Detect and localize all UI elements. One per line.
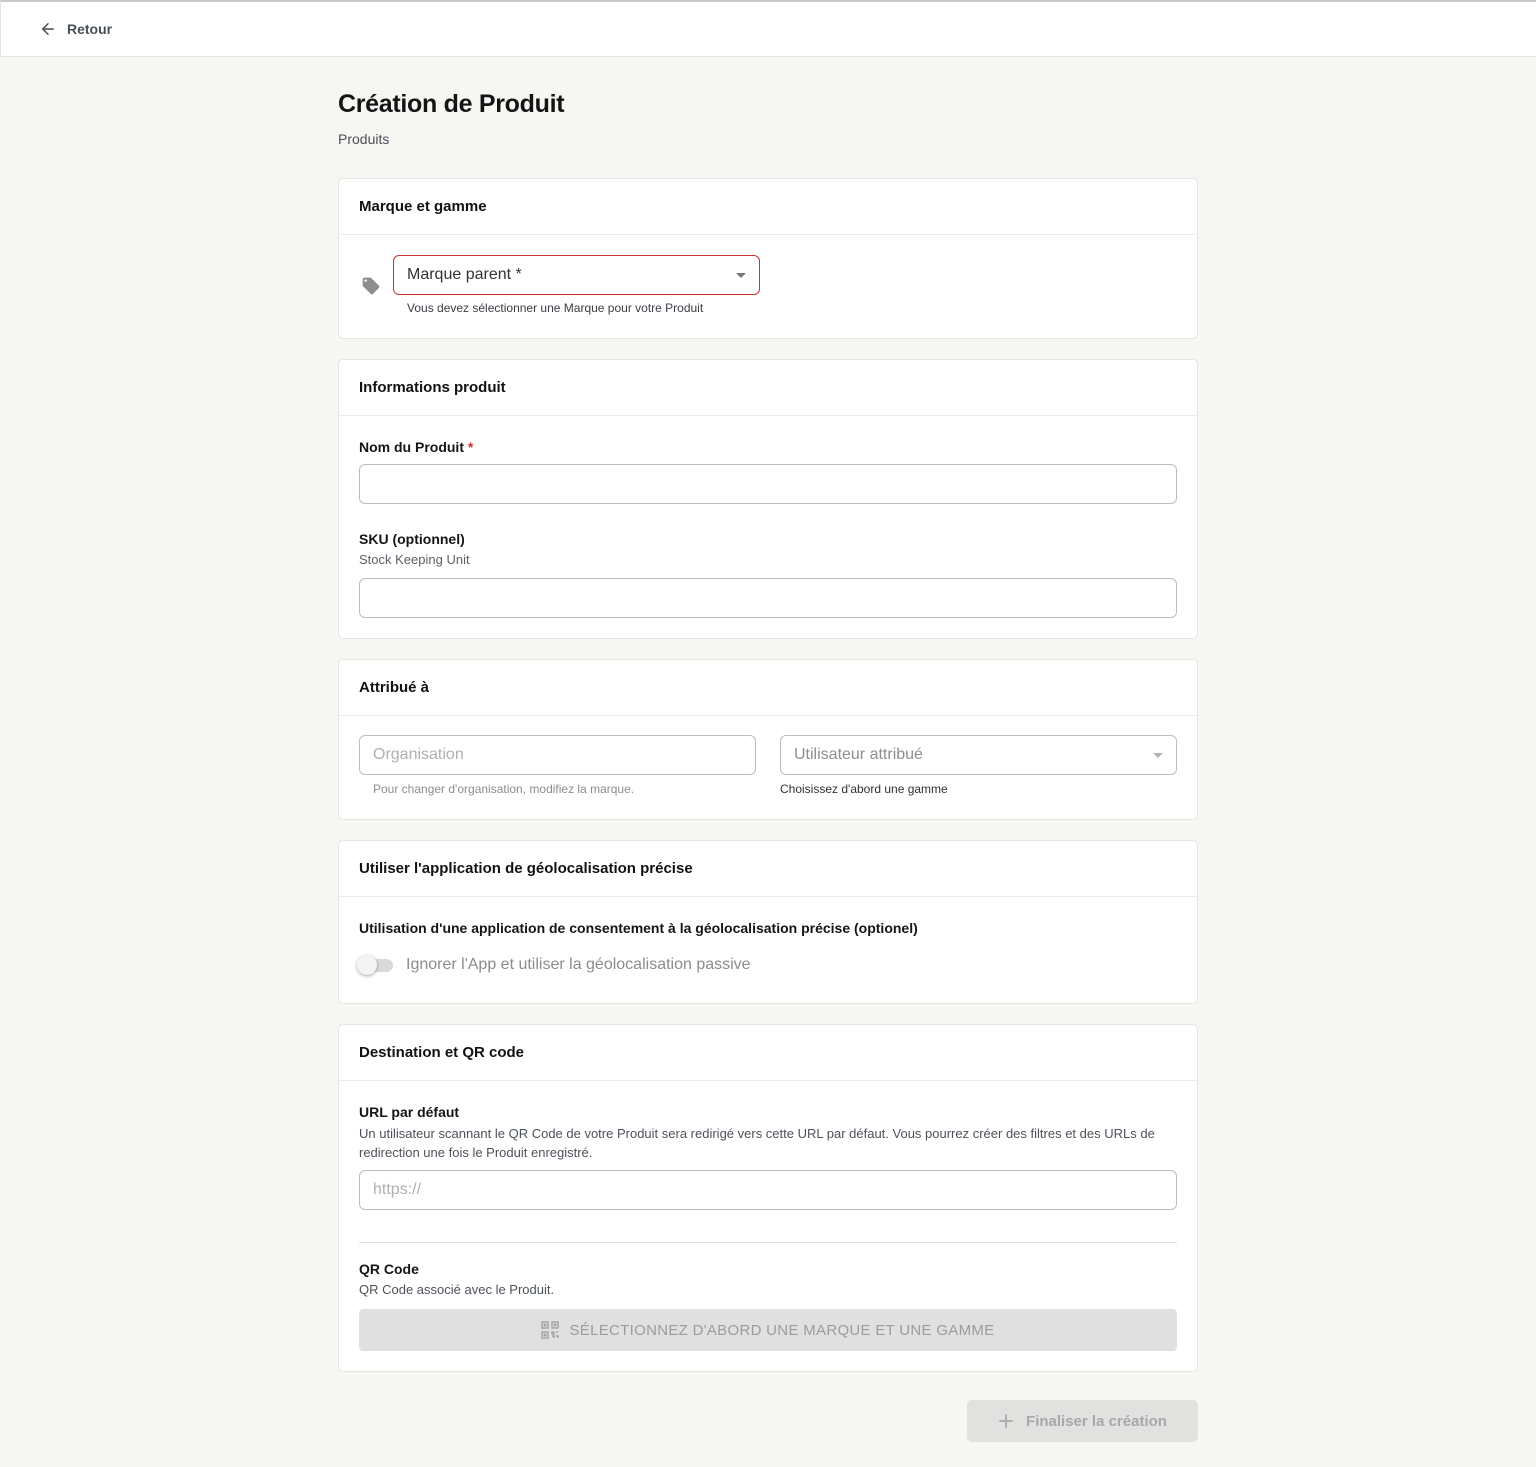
organisation-hint: Pour changer d'organisation, modifiez la… [373,782,635,796]
product-name-label: Nom du Produit * [359,439,474,455]
destination-card: Destination et QR code URL par défaut Un… [338,1024,1198,1372]
brand-card: Marque et gamme Marque parent * Vous dev… [338,178,1198,339]
geoloc-title: Utiliser l'application de géolocalisatio… [339,841,1197,897]
assigned-user-select[interactable]: Utilisateur attribué [780,735,1177,775]
product-info-title: Informations produit [339,360,1197,416]
default-url-hint: Un utilisateur scannant le QR Code de vo… [359,1126,1155,1160]
assigned-user-placeholder: Utilisateur attribué [794,746,923,763]
required-mark: * [467,439,474,455]
passive-geoloc-toggle[interactable] [357,955,395,975]
assigned-card: Attribué à Pour changer d'organisation, … [338,659,1198,820]
page-subtitle: Produits [338,131,390,147]
page-title: Création de Produit [338,90,565,118]
back-button[interactable]: Retour [39,17,112,41]
section-divider [359,1242,1177,1243]
finish-creation-label: Finaliser la création [1026,1412,1167,1430]
product-name-input[interactable] [359,464,1177,504]
toggle-knob [357,955,377,975]
select-qr-code-button[interactable]: SÉLECTIONNEZ D'ABORD UNE MARQUE ET UNE G… [359,1309,1177,1351]
passive-geoloc-label: Ignorer l'App et utiliser la géolocalisa… [406,956,751,973]
product-info-card: Informations produit Nom du Produit * SK… [338,359,1198,639]
geoloc-field-label: Utilisation d'une application de consent… [359,920,918,936]
plus-icon [999,1414,1013,1428]
chevron-down-icon [1153,753,1163,758]
sku-hint: Stock Keeping Unit [359,552,470,567]
destination-title: Destination et QR code [339,1025,1197,1081]
finish-creation-button[interactable]: Finaliser la création [967,1400,1198,1442]
qr-code-icon [541,1321,560,1339]
organisation-input[interactable] [359,735,756,775]
qr-code-hint: QR Code associé avec le Produit. [359,1282,555,1297]
parent-brand-select[interactable]: Marque parent * [393,255,760,295]
geoloc-card: Utiliser l'application de géolocalisatio… [338,840,1198,1004]
assigned-title: Attribué à [339,660,1197,716]
parent-brand-label: Marque parent * [407,266,522,283]
qr-code-label: QR Code [359,1261,419,1277]
default-url-input[interactable] [359,1170,1177,1210]
default-url-label: URL par défaut [359,1104,460,1120]
tag-icon [362,277,380,295]
brand-card-title: Marque et gamme [339,179,1197,235]
assigned-user-hint: Choisissez d'abord une gamme [780,782,948,796]
chevron-down-icon [736,273,746,278]
select-qr-code-label: SÉLECTIONNEZ D'ABORD UNE MARQUE ET UNE G… [569,1321,995,1339]
top-bar: Retour [0,0,1536,57]
sku-label: SKU (optionnel) [359,531,465,547]
back-label: Retour [67,21,113,37]
parent-brand-error: Vous devez sélectionner une Marque pour … [407,301,704,315]
sku-input[interactable] [359,578,1177,618]
arrow-left-icon [42,23,54,35]
